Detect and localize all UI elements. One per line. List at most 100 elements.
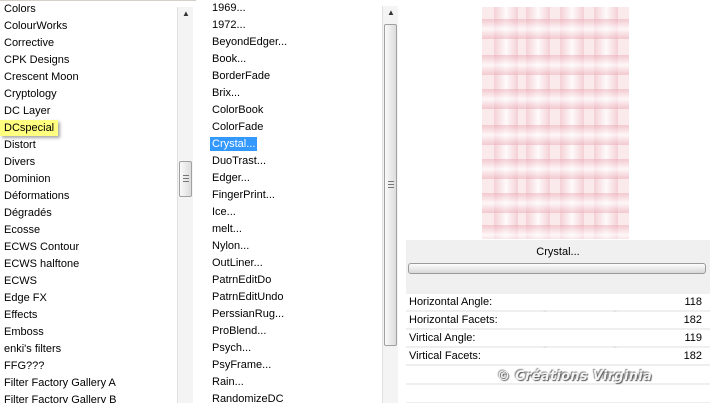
category-item[interactable]: CPK Designs [0, 52, 176, 69]
filter-item-label: ColorBook [212, 104, 264, 116]
category-item-label: Ecosse [4, 224, 41, 236]
filter-scrollbar[interactable]: ▲ [382, 6, 398, 403]
filter-item-label: 1972... [212, 19, 246, 31]
category-item[interactable]: Divers [0, 154, 176, 171]
filter-item-label: Book... [212, 53, 247, 65]
param-value[interactable]: 119 [684, 330, 702, 347]
filter-item-label: PatrnEditUndo [212, 291, 284, 303]
filter-item[interactable]: Brix... [204, 85, 380, 102]
param-horizontal-facets[interactable]: Horizontal Facets: 182 [406, 312, 710, 329]
filter-item[interactable]: 1972... [204, 17, 380, 34]
category-panel: Colors ColourWorks Corrective CPK Designs Cr… [0, 0, 196, 403]
category-item[interactable]: ECWS Contour [0, 239, 176, 256]
selected-filter-title: Crystal... [536, 246, 580, 258]
category-item[interactable]: Colors [0, 1, 176, 18]
watermark: © Créations Virginia [497, 369, 653, 384]
param-value[interactable]: 118 [684, 294, 702, 311]
filter-item-label: PsyFrame... [212, 359, 272, 371]
category-item[interactable]: enki's filters [0, 341, 176, 358]
category-item-label: ECWS [4, 275, 37, 287]
param-value[interactable]: 182 [684, 312, 702, 329]
filter-item[interactable]: ColorFade [204, 119, 380, 136]
filter-item[interactable]: Edger... [204, 170, 380, 187]
category-item[interactable]: Ecosse [0, 222, 176, 239]
category-scroll-thumb[interactable] [179, 161, 192, 197]
category-item-label: Edge FX [4, 292, 47, 304]
category-item-label: DCspecial [0, 120, 59, 136]
filter-item[interactable]: 1969... [204, 0, 380, 17]
category-item[interactable]: Corrective [0, 35, 176, 52]
category-item[interactable]: ColourWorks [0, 18, 176, 35]
filter-item[interactable]: FingerPrint... [204, 187, 380, 204]
filter-panel: 1969... 1972... BeyondEdger... Book... Borde… [204, 0, 400, 403]
category-item[interactable]: Filter Factory Gallery A [0, 375, 176, 392]
filter-item[interactable]: Nylon... [204, 238, 380, 255]
filter-preview-image [482, 7, 629, 239]
category-item-label: CPK Designs [4, 54, 70, 66]
category-item-label: Filter Factory Gallery A [4, 377, 116, 389]
param-virtical-facets[interactable]: Virtical Facets: 182 [406, 348, 710, 365]
filter-item[interactable]: OutLiner... [204, 255, 380, 272]
param-value[interactable]: 182 [684, 348, 702, 365]
category-item-label: Emboss [4, 326, 44, 338]
filter-item-label: Edger... [212, 172, 250, 184]
category-item[interactable]: Emboss [0, 324, 176, 341]
filter-item[interactable]: melt... [204, 221, 380, 238]
category-item-label: ECWS Contour [4, 241, 80, 253]
category-item[interactable]: ECWS [0, 273, 176, 290]
category-item[interactable]: Dégradés [0, 205, 176, 222]
filter-scroll-thumb[interactable] [384, 24, 397, 346]
category-item[interactable]: Dominion [0, 171, 176, 188]
filter-item[interactable]: PerssianRug... [204, 306, 380, 323]
scroll-grip-icon [388, 181, 394, 189]
filter-item-label: Rain... [212, 376, 244, 388]
filter-item[interactable]: Ice... [204, 204, 380, 221]
category-item[interactable]: FFG??? [0, 358, 176, 375]
scroll-up-arrow-icon[interactable]: ▲ [178, 7, 194, 21]
filter-item[interactable]: PsyFrame... [204, 357, 380, 374]
filter-item-label: BorderFade [212, 70, 271, 82]
category-item-label: Effects [4, 309, 38, 321]
category-item-label: ECWS halftone [4, 258, 80, 270]
progress-bar [408, 263, 706, 274]
filter-item-label: Brix... [212, 87, 241, 99]
category-item-label: Dégradés [4, 207, 52, 219]
category-list: Colors ColourWorks Corrective CPK Designs Cr… [0, 1, 176, 403]
filter-item[interactable]: ColorBook [204, 102, 380, 119]
category-item[interactable]: DC Layer [0, 103, 176, 120]
category-item[interactable]: Crescent Moon [0, 69, 176, 86]
category-item[interactable]: Cryptology [0, 86, 176, 103]
scroll-grip-icon [183, 175, 189, 183]
scroll-up-arrow-icon[interactable]: ▲ [383, 6, 399, 20]
category-item[interactable]: Distort [0, 137, 176, 154]
category-item-label: Filter Factory Gallery B [4, 394, 117, 403]
category-item[interactable]: Déformations [0, 188, 176, 205]
param-label: Horizontal Angle: [409, 296, 493, 308]
category-item[interactable]: Edge FX [0, 290, 176, 307]
filter-item-label: Nylon... [212, 240, 250, 252]
param-horizontal-angle[interactable]: Horizontal Angle: 118 [406, 294, 710, 315]
category-item[interactable]: ECWS halftone [0, 256, 176, 273]
filter-item[interactable]: RandomizeDC [204, 391, 380, 403]
filter-item[interactable]: Rain... [204, 374, 380, 391]
filter-item[interactable]: BeyondEdger... [204, 34, 380, 51]
filter-item[interactable]: Book... [204, 51, 380, 68]
filter-item[interactable]: PatrnEditDo [204, 272, 380, 289]
category-scrollbar[interactable]: ▲ [177, 7, 193, 403]
filter-item[interactable]: DuoTrast... [204, 153, 380, 170]
filter-item[interactable]: Psych... [204, 340, 380, 357]
filter-item-label: DuoTrast... [212, 155, 266, 167]
filter-item-label: RandomizeDC [212, 393, 284, 403]
filter-item-label: Ice... [212, 206, 236, 218]
category-item[interactable]: Effects [0, 307, 176, 324]
param-virtical-angle[interactable]: Virtical Angle: 119 [406, 330, 710, 351]
category-item[interactable]: Filter Factory Gallery B [0, 392, 176, 403]
category-item-label: Cryptology [4, 88, 57, 100]
filter-item-label: Crystal... [210, 137, 258, 151]
filter-item[interactable]: PatrnEditUndo [204, 289, 380, 306]
category-item[interactable]: DCspecial [0, 120, 176, 137]
filter-item-label: BeyondEdger... [212, 36, 288, 48]
filter-item[interactable]: Crystal... [204, 136, 380, 153]
filter-item[interactable]: ProBlend... [204, 323, 380, 340]
filter-item[interactable]: BorderFade [204, 68, 380, 85]
